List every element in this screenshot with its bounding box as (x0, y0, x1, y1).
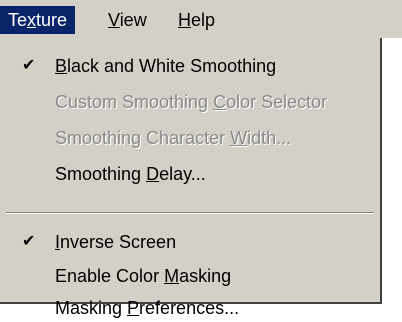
menu-item-label: Smoothing Character Width... (55, 128, 292, 148)
menu-texture-label-post: ture (36, 10, 68, 30)
menu-texture-label-pre: Te (8, 10, 28, 30)
menu-item-label: Masking Preferences... (55, 298, 240, 318)
menu-texture-mnemonic: x (27, 10, 37, 30)
checkmark-icon: ✔ (22, 57, 36, 74)
menu-item-label: Enable Color Masking (55, 266, 232, 286)
menu-item-smoothing-delay[interactable]: Smoothing Delay... (0, 158, 380, 190)
menu-view-mnemonic: V (108, 10, 120, 30)
menu-item-inverse-screen[interactable]: ✔ Inverse Screen (0, 226, 380, 258)
menu-help[interactable]: Help (170, 6, 223, 34)
menu-item-custom-smoothing-color-selector: Custom Smoothing Color Selector (0, 86, 380, 118)
menu-item-enable-color-masking[interactable]: Enable Color Masking (0, 260, 380, 292)
menu-separator (6, 212, 374, 214)
menu-item-masking-preferences[interactable]: Masking Preferences... (0, 294, 380, 322)
texture-dropdown-menu: ✔ Black and White Smoothing Custom Smoot… (0, 38, 382, 318)
menu-item-smoothing-character-width: Smoothing Character Width... (0, 122, 380, 154)
menu-view-label-post: iew (119, 10, 147, 30)
menu-item-label: Inverse Screen (55, 232, 177, 252)
checkmark-icon: ✔ (22, 233, 36, 250)
menu-texture[interactable]: Texture (0, 6, 76, 34)
menu-help-mnemonic: H (178, 10, 191, 30)
menu-item-label: Black and White Smoothing (55, 56, 277, 76)
menu-bar: Texture View Help (0, 0, 402, 38)
menu-help-label-post: elp (191, 10, 216, 30)
menu-view[interactable]: View (100, 6, 155, 34)
menu-item-black-and-white-smoothing[interactable]: ✔ Black and White Smoothing (0, 50, 380, 82)
menu-item-label: Custom Smoothing Color Selector (55, 92, 328, 112)
menu-item-label: Smoothing Delay... (55, 164, 206, 184)
